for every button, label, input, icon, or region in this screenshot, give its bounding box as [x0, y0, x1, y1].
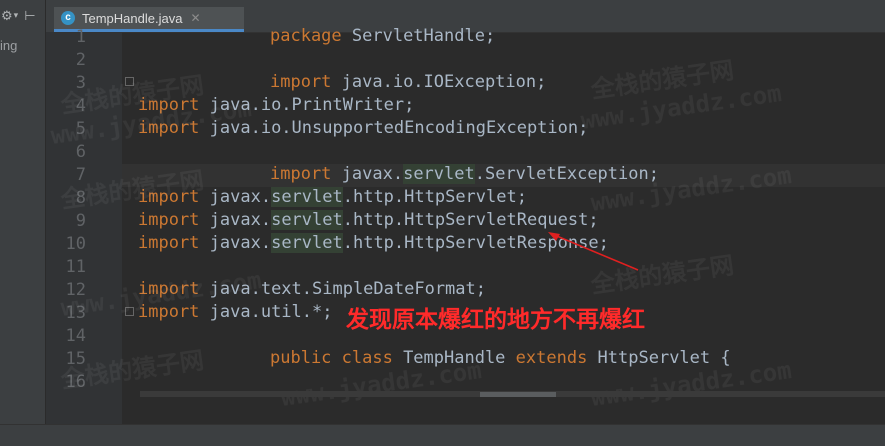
status-bar — [0, 424, 885, 446]
annotation-caption: 发现原本爆红的地方不再爆红 — [346, 300, 645, 334]
horizontal-scrollbar-thumb[interactable] — [480, 392, 556, 397]
red-arrow-annotation — [548, 232, 639, 271]
